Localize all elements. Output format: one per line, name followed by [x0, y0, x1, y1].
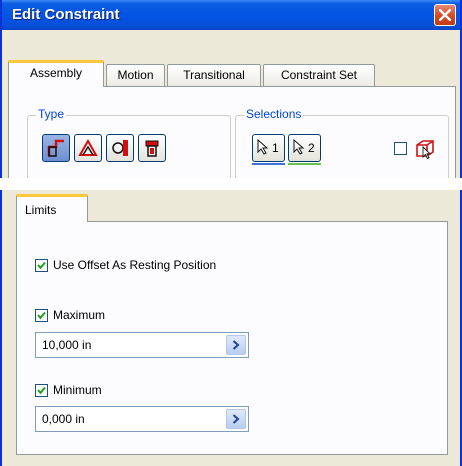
minimum-expand-button[interactable]: [226, 409, 246, 429]
minimum-checkbox[interactable]: [35, 384, 48, 397]
tab-limits[interactable]: Limits: [16, 194, 88, 222]
selections-group-label: Selections: [244, 107, 304, 121]
tab-label: Constraint Set: [280, 68, 358, 82]
limits-dialog-fragment: Limits Use Offset As Resting Position Ma…: [0, 190, 462, 466]
selections-groupbox: Selections 1 2: [235, 107, 449, 178]
tab-label: Assembly: [29, 66, 82, 80]
close-icon: [439, 9, 451, 21]
tab-transitional[interactable]: Transitional: [167, 64, 261, 86]
checkmark-icon: [37, 261, 46, 270]
tab-label: Limits: [25, 203, 57, 217]
chevron-right-icon: [232, 414, 240, 424]
select-arrow-icon: [257, 139, 269, 155]
maximum-input[interactable]: [36, 333, 228, 357]
type-group-label: Type: [36, 107, 67, 121]
pick-part-first-icon: [416, 140, 434, 160]
mate-constraint-icon: [47, 139, 64, 157]
minimum-input[interactable]: [36, 407, 228, 431]
selection-1-button[interactable]: 1: [252, 134, 285, 165]
tangent-constraint-icon: [112, 140, 128, 156]
edit-constraint-dialog: Edit Constraint Assembly Motion Transiti…: [0, 0, 462, 178]
checkmark-icon: [37, 386, 46, 395]
insert-constraint-button[interactable]: [138, 134, 166, 162]
mate-constraint-button[interactable]: [42, 134, 70, 162]
pick-part-first-checkbox[interactable]: [394, 142, 407, 155]
close-button[interactable]: [434, 4, 456, 26]
use-offset-checkbox[interactable]: [35, 259, 48, 272]
selection-2-button[interactable]: 2: [288, 134, 321, 165]
maximum-checkbox[interactable]: [35, 309, 48, 322]
checkmark-icon: [37, 311, 46, 320]
tab-label: Transitional: [183, 68, 245, 82]
selection-2-underline: [288, 163, 321, 165]
tab-assembly[interactable]: Assembly: [8, 60, 104, 87]
maximum-field: [35, 332, 249, 358]
minimum-field: [35, 406, 249, 432]
tab-constraint-set[interactable]: Constraint Set: [263, 64, 375, 86]
selection-1-underline: [252, 163, 285, 165]
angle-constraint-button[interactable]: [74, 134, 102, 162]
assembly-tab-panel: Type Selections 1 2: [8, 86, 456, 178]
insert-constraint-icon: [145, 140, 159, 157]
select-arrow-icon: [293, 139, 305, 155]
maximum-expand-button[interactable]: [226, 335, 246, 355]
maximum-label: Maximum: [53, 308, 106, 322]
selection-2-label: 2: [308, 141, 315, 155]
tab-motion[interactable]: Motion: [106, 64, 165, 86]
limits-tab-panel: Use Offset As Resting Position Maximum M…: [16, 221, 448, 455]
selection-1-label: 1: [272, 141, 279, 155]
tab-label: Motion: [117, 68, 154, 82]
type-groupbox: Type: [27, 107, 231, 178]
chevron-right-icon: [232, 340, 240, 350]
minimum-label: Minimum: [53, 383, 102, 397]
title-bar[interactable]: Edit Constraint: [2, 0, 460, 30]
angle-constraint-icon: [78, 138, 98, 156]
use-offset-label: Use Offset As Resting Position: [53, 258, 217, 272]
dialog-title: Edit Constraint: [12, 6, 120, 23]
tangent-constraint-button[interactable]: [106, 134, 134, 162]
